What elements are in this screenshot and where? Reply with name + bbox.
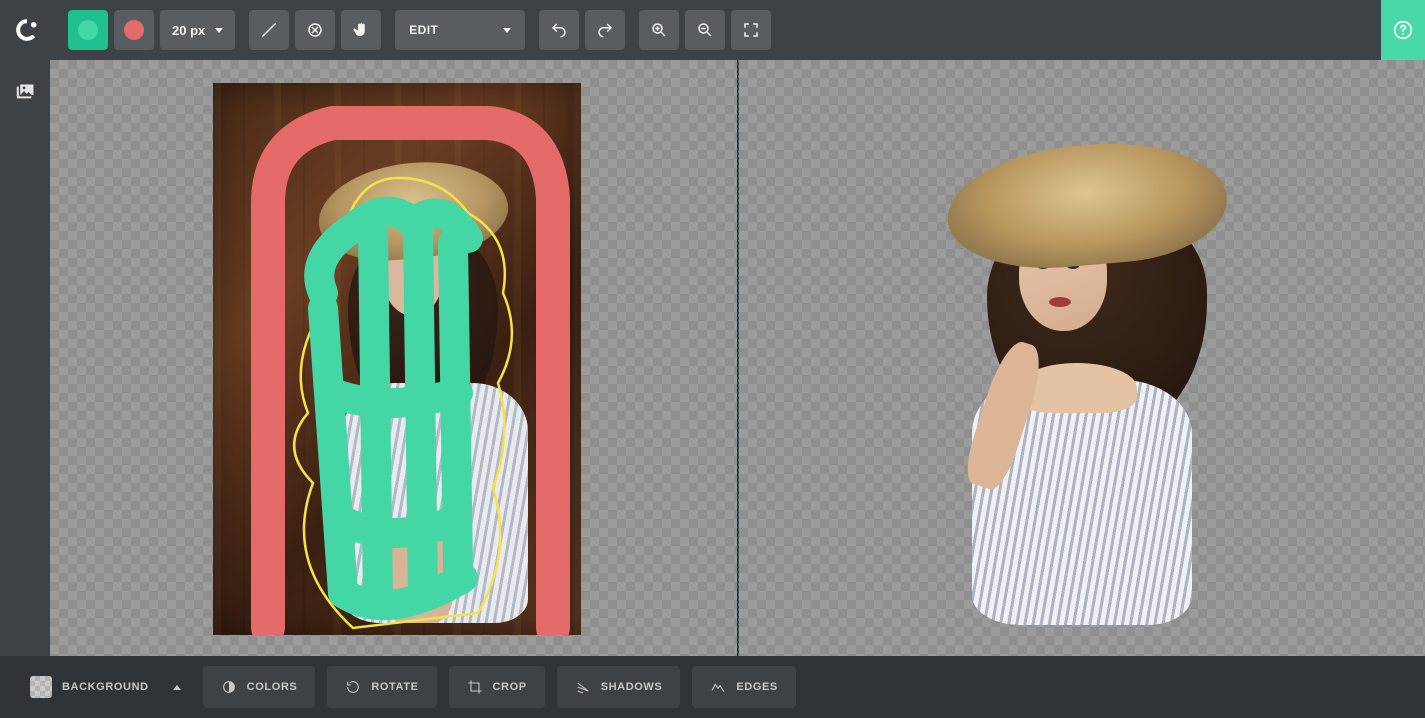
background-button[interactable]: BACKGROUND: [18, 676, 163, 698]
transparent-swatch-icon: [30, 676, 52, 698]
redo-button[interactable]: [585, 10, 625, 50]
result-image: [947, 145, 1257, 625]
images-rail-button[interactable]: [9, 76, 41, 108]
edges-button[interactable]: EDGES: [692, 666, 796, 708]
zoom-in-button[interactable]: [639, 10, 679, 50]
tool-group: [249, 10, 381, 50]
background-more-button[interactable]: [163, 666, 191, 708]
edit-dropdown[interactable]: EDIT: [395, 10, 525, 50]
rotate-icon: [345, 679, 361, 695]
brush-size-dropdown[interactable]: 20 px: [160, 10, 235, 50]
remove-marker-button[interactable]: [114, 10, 154, 50]
eraser-tool-button[interactable]: [249, 10, 289, 50]
contrast-icon: [221, 679, 237, 695]
colors-button[interactable]: COLORS: [203, 666, 316, 708]
colors-label: COLORS: [247, 681, 298, 693]
app-logo[interactable]: [0, 0, 54, 60]
shadows-label: SHADOWS: [601, 681, 663, 693]
edges-icon: [710, 679, 726, 695]
zoom-out-button[interactable]: [685, 10, 725, 50]
help-button[interactable]: [1381, 0, 1425, 60]
chevron-down-icon: [215, 28, 223, 33]
crop-label: CROP: [493, 681, 527, 693]
edges-label: EDGES: [736, 681, 778, 693]
zoom-group: [639, 10, 771, 50]
undo-button[interactable]: [539, 10, 579, 50]
edit-label: EDIT: [409, 23, 438, 37]
shadows-icon: [575, 679, 591, 695]
top-toolbar: 20 px EDIT: [0, 0, 1425, 60]
remove-color-dot: [124, 20, 144, 40]
background-label: BACKGROUND: [62, 681, 149, 693]
edit-group: EDIT: [395, 10, 525, 50]
rotate-label: ROTATE: [371, 681, 418, 693]
result-pane[interactable]: [739, 60, 1425, 656]
brush-size-label: 20 px: [172, 23, 205, 38]
chevron-down-icon: [503, 28, 511, 33]
keep-marker-button[interactable]: [68, 10, 108, 50]
clear-tool-button[interactable]: [295, 10, 335, 50]
chevron-up-icon: [173, 685, 181, 690]
rotate-button[interactable]: ROTATE: [327, 666, 436, 708]
pan-tool-button[interactable]: [341, 10, 381, 50]
source-figure: [288, 163, 518, 623]
source-image: [213, 83, 581, 635]
shadows-button[interactable]: SHADOWS: [557, 666, 681, 708]
canvas-area: [50, 60, 1425, 656]
background-control: BACKGROUND: [18, 666, 191, 708]
left-rail: [0, 60, 50, 656]
bottom-toolbar: BACKGROUND COLORS ROTATE CROP SHADOWS ED…: [0, 656, 1425, 718]
source-pane[interactable]: [50, 60, 737, 656]
keep-color-dot: [78, 20, 98, 40]
crop-button[interactable]: CROP: [449, 666, 545, 708]
marker-color-group: 20 px: [68, 10, 235, 50]
workspace: [0, 60, 1425, 656]
crop-icon: [467, 679, 483, 695]
fullscreen-button[interactable]: [731, 10, 771, 50]
history-group: [539, 10, 625, 50]
